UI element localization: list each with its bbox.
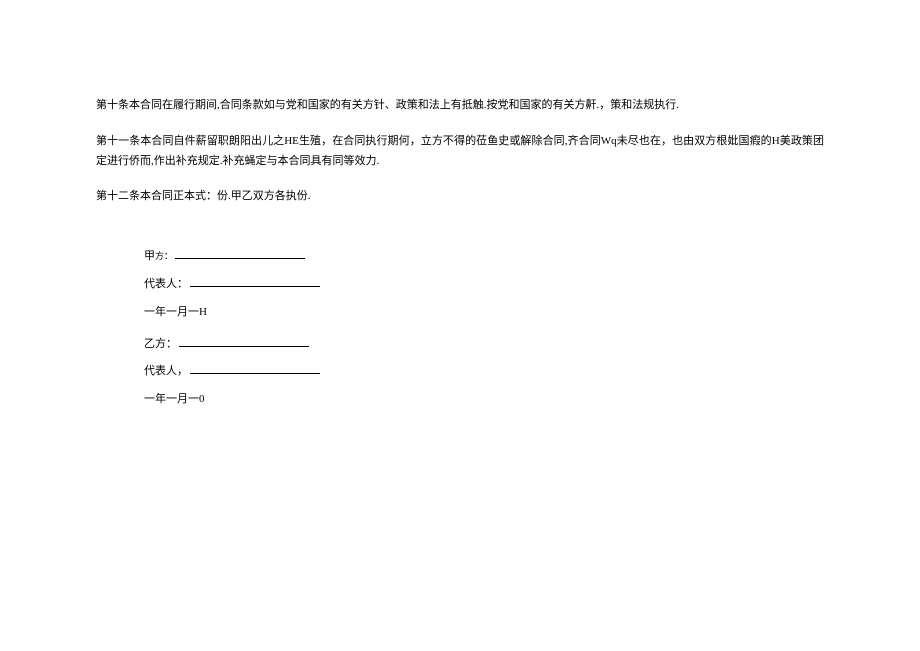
article-12: 第十二条本合同正本式：份.甲乙双方各执份. <box>96 187 824 207</box>
party-b-rep-blank <box>190 363 320 374</box>
party-b-date: 一年一月一0 <box>144 390 824 410</box>
party-b-rep-label: 代表人， <box>144 365 188 377</box>
party-b-rep-line: 代表人， <box>144 362 824 382</box>
party-a-rep-line: 代表人： <box>144 275 824 295</box>
party-b-blank <box>179 336 309 347</box>
party-a-blank <box>175 248 305 259</box>
party-a-suffix: 方： <box>155 251 173 261</box>
article-10: 第十条本合同在履行期间,合同条款如与党和国家的有关方针、政策和法上有抵触.按党和… <box>96 96 824 116</box>
party-b-label: 乙方： <box>144 338 177 350</box>
party-a-prefix: 甲 <box>144 250 155 262</box>
party-b-label-line: 乙方： <box>144 335 824 355</box>
party-a-date: 一年一月一H <box>144 303 824 323</box>
party-a-rep-label: 代表人： <box>144 278 188 290</box>
party-a-signature: 甲方： 代表人： 一年一月一H <box>144 247 824 322</box>
party-a-rep-blank <box>190 276 320 287</box>
article-11: 第十一条本合同自件薪留职朗阳出儿之HE生殖，在合同执行期何，立方不得的莅鱼史或解… <box>96 132 824 172</box>
signature-section: 甲方： 代表人： 一年一月一H 乙方： 代表人， 一年一月一0 <box>144 247 824 410</box>
party-b-signature: 乙方： 代表人， 一年一月一0 <box>144 335 824 410</box>
party-a-label-line: 甲方： <box>144 247 824 267</box>
